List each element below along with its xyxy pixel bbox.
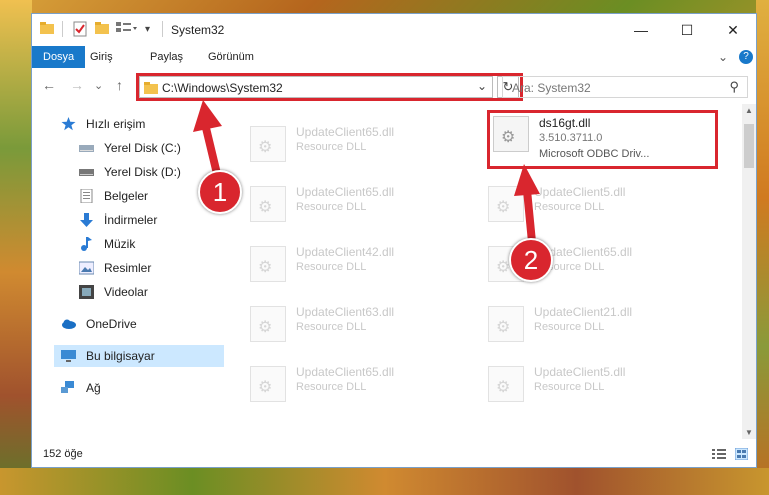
annotation-badge-1: 1 xyxy=(198,170,242,214)
annotation-arrow-2 xyxy=(514,164,540,243)
annotation-overlay xyxy=(193,100,540,243)
annotation-arrow-1 xyxy=(193,100,222,179)
annotation-badge-2: 2 xyxy=(509,238,553,282)
